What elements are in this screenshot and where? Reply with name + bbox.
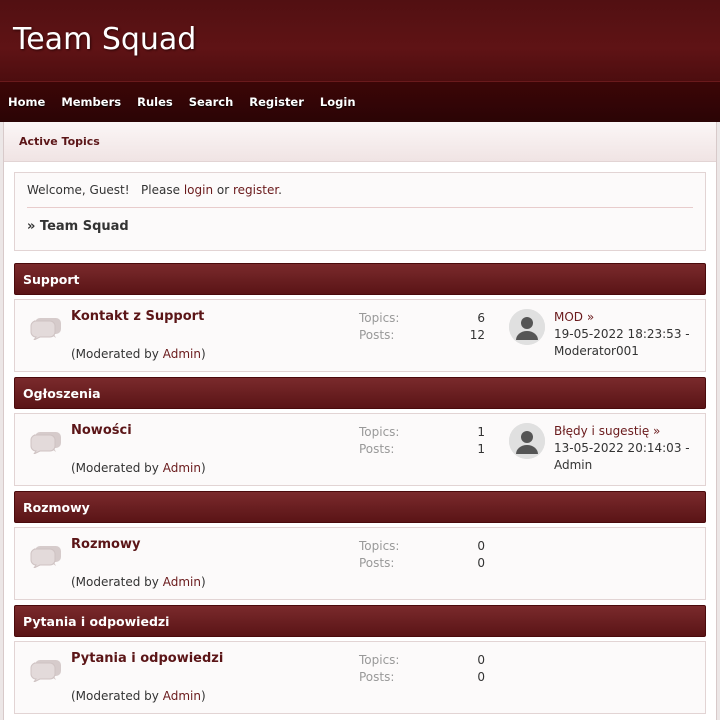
posts-label: Posts: xyxy=(359,328,395,342)
last-post: Błędy i sugestię » 13-05-2022 20:14:03 -… xyxy=(554,423,704,474)
board-title[interactable]: Kontakt z Support xyxy=(71,309,204,324)
moderated-suffix: ) xyxy=(200,575,206,589)
moderated-prefix: (Moderated by xyxy=(71,575,163,589)
main-nav: Home Members Rules Search Register Login xyxy=(0,81,720,122)
chat-bubbles-icon xyxy=(29,428,63,456)
moderated-by: (Moderated by Admin) xyxy=(71,689,206,703)
moderated-prefix: (Moderated by xyxy=(71,347,163,361)
avatar-icon[interactable] xyxy=(509,423,545,459)
moderated-by: (Moderated by Admin) xyxy=(71,347,206,361)
last-post-user[interactable]: Moderator001 xyxy=(554,344,639,358)
moderator-link[interactable]: Admin xyxy=(163,689,201,703)
board-stats: Topics: 1 Posts: 1 xyxy=(359,424,485,458)
subnav-bar: Active Topics xyxy=(4,122,716,162)
register-link[interactable]: register xyxy=(233,183,278,197)
nav-search[interactable]: Search xyxy=(189,95,234,109)
board-stats: Topics: 6 Posts: 12 xyxy=(359,310,485,344)
board-row: Kontakt z Support (Moderated by Admin) To… xyxy=(14,299,706,372)
board-stats: Topics: 0 Posts: 0 xyxy=(359,652,485,686)
category-list: Support Kontakt z Support (Moderated by Ad… xyxy=(14,263,706,714)
last-post-link[interactable]: MOD » xyxy=(554,310,594,324)
site-header: Team Squad xyxy=(0,0,720,81)
topics-label: Topics: xyxy=(359,425,400,439)
category-header[interactable]: Pytania i odpowiedzi xyxy=(14,605,706,637)
last-post-user[interactable]: Admin xyxy=(554,458,592,472)
welcome-or: or xyxy=(216,183,230,197)
chat-bubbles-icon xyxy=(29,542,63,570)
topics-label: Topics: xyxy=(359,311,400,325)
topics-label: Topics: xyxy=(359,653,400,667)
moderated-prefix: (Moderated by xyxy=(71,461,163,475)
posts-count: 12 xyxy=(469,328,485,342)
board-row: Pytania i odpowiedzi (Moderated by Admin)… xyxy=(14,641,706,714)
moderated-by: (Moderated by Admin) xyxy=(71,575,206,589)
moderated-by: (Moderated by Admin) xyxy=(71,461,206,475)
forum-breadcrumb[interactable]: » Team Squad xyxy=(27,219,693,234)
nav-members[interactable]: Members xyxy=(61,95,121,109)
posts-label: Posts: xyxy=(359,556,395,570)
topics-count: 0 xyxy=(477,653,485,667)
last-post-date: 19-05-2022 18:23:53 - xyxy=(554,327,690,341)
moderated-suffix: ) xyxy=(200,347,206,361)
last-post-date: 13-05-2022 20:14:03 - xyxy=(554,441,690,455)
active-topics-link[interactable]: Active Topics xyxy=(19,135,100,148)
topics-count: 6 xyxy=(477,311,485,325)
posts-count: 1 xyxy=(477,442,485,456)
chat-bubbles-icon xyxy=(29,656,63,684)
divider xyxy=(27,207,693,208)
moderator-link[interactable]: Admin xyxy=(163,461,201,475)
nav-login[interactable]: Login xyxy=(320,95,356,109)
category-header[interactable]: Ogłoszenia xyxy=(14,377,706,409)
login-link[interactable]: login xyxy=(184,183,213,197)
chat-bubbles-icon xyxy=(29,314,63,342)
topics-count: 1 xyxy=(477,425,485,439)
last-post-link[interactable]: Błędy i sugestię » xyxy=(554,424,660,438)
board-title[interactable]: Nowości xyxy=(71,423,132,438)
main-content: Active Topics Welcome, Guest! Please log… xyxy=(3,122,717,720)
avatar-icon[interactable] xyxy=(509,309,545,345)
board-row: Nowości (Moderated by Admin) Topics: 1 Pos… xyxy=(14,413,706,486)
topics-label: Topics: xyxy=(359,539,400,553)
moderator-link[interactable]: Admin xyxy=(163,575,201,589)
welcome-please: Please xyxy=(141,183,180,197)
moderated-suffix: ) xyxy=(200,461,206,475)
board-title[interactable]: Rozmowy xyxy=(71,537,140,552)
nav-home[interactable]: Home xyxy=(8,95,45,109)
nav-rules[interactable]: Rules xyxy=(137,95,173,109)
welcome-box: Welcome, Guest! Please login or register… xyxy=(14,172,706,251)
board-row: Rozmowy (Moderated by Admin) Topics: 0 Pos… xyxy=(14,527,706,600)
last-post: MOD » 19-05-2022 18:23:53 - Moderator001 xyxy=(554,309,704,360)
welcome-message: Welcome, Guest! Please login or register… xyxy=(27,183,282,197)
topics-count: 0 xyxy=(477,539,485,553)
moderated-suffix: ) xyxy=(200,689,206,703)
board-stats: Topics: 0 Posts: 0 xyxy=(359,538,485,572)
site-title[interactable]: Team Squad xyxy=(13,22,196,57)
posts-label: Posts: xyxy=(359,670,395,684)
posts-count: 0 xyxy=(477,556,485,570)
category-header[interactable]: Rozmowy xyxy=(14,491,706,523)
moderated-prefix: (Moderated by xyxy=(71,689,163,703)
welcome-greeting: Welcome, Guest! xyxy=(27,183,130,197)
posts-label: Posts: xyxy=(359,442,395,456)
board-title[interactable]: Pytania i odpowiedzi xyxy=(71,651,223,666)
moderator-link[interactable]: Admin xyxy=(163,347,201,361)
category-header[interactable]: Support xyxy=(14,263,706,295)
nav-register[interactable]: Register xyxy=(249,95,304,109)
posts-count: 0 xyxy=(477,670,485,684)
